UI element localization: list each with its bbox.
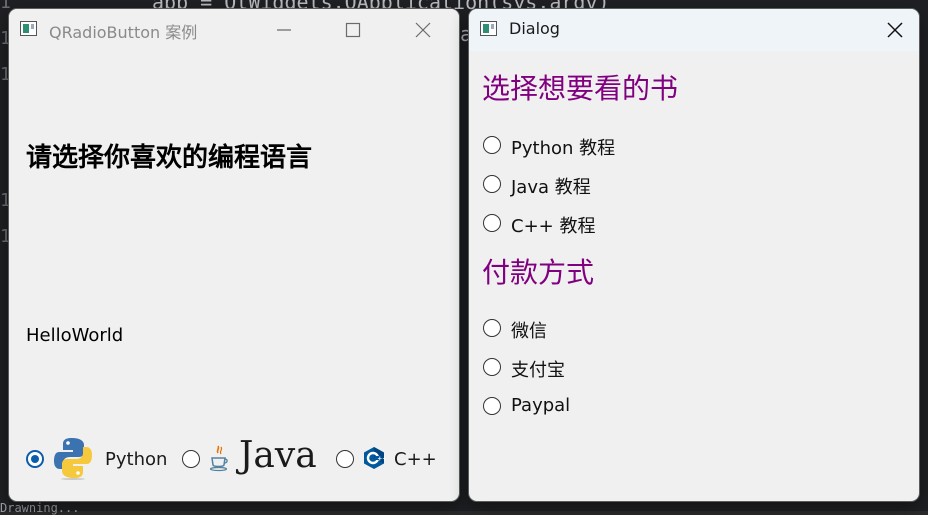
close-icon [887,22,903,38]
titlebar[interactable]: QRadioButton 案例 [9,9,459,51]
minimize-icon [277,29,291,31]
page-heading: 请选择你喜欢的编程语言 [26,143,313,173]
radio-python[interactable] [26,450,44,468]
radio-python-label: Python [105,449,168,470]
svg-text:++: ++ [377,456,385,463]
radio-book-java[interactable] [483,175,501,193]
app-icon [20,21,37,36]
cpp-logo-icon: ++ [364,447,385,469]
maximize-button[interactable] [330,13,376,47]
hello-label: HelloWorld [26,325,124,346]
status-text: Drawning... [0,501,80,515]
radio-pay-wechat[interactable] [483,319,501,337]
close-icon [415,22,431,38]
python-logo-icon [54,438,92,480]
dialog-window: Dialog 选择想要看的书 Python 教程 Java 教程 C++ 教程 … [469,9,919,501]
radio-pay-alipay[interactable] [483,358,501,376]
radio-pay-paypal[interactable] [483,397,501,415]
radio-pay-wechat-label: 微信 [511,321,547,342]
radio-book-python[interactable] [483,136,501,154]
window-title: QRadioButton 案例 [49,23,198,42]
app-icon [480,21,497,36]
close-button[interactable] [872,13,918,47]
radio-cpp[interactable] [336,450,354,468]
radio-book-python-label: Python 教程 [511,138,616,159]
java-cup-icon [209,445,228,472]
window-title: Dialog [509,19,560,38]
radio-book-cpp-label: C++ 教程 [511,216,596,237]
minimize-button[interactable] [261,13,307,47]
radio-pay-paypal-label: Paypal [511,395,571,416]
radio-java-label: Java [239,435,317,476]
qradiobutton-window: QRadioButton 案例 请选择你喜欢的编程语言 HelloWorld P… [9,9,459,501]
section-payment-heading: 付款方式 [482,256,595,289]
radio-java[interactable] [182,450,200,468]
radio-pay-alipay-label: 支付宝 [511,360,565,381]
radio-book-cpp[interactable] [483,214,501,232]
titlebar[interactable]: Dialog [469,9,919,51]
maximize-icon [345,22,361,38]
close-button[interactable] [400,13,446,47]
radio-book-java-label: Java 教程 [511,177,591,198]
section-books-heading: 选择想要看的书 [482,72,679,105]
radio-cpp-label: C++ [394,449,437,470]
